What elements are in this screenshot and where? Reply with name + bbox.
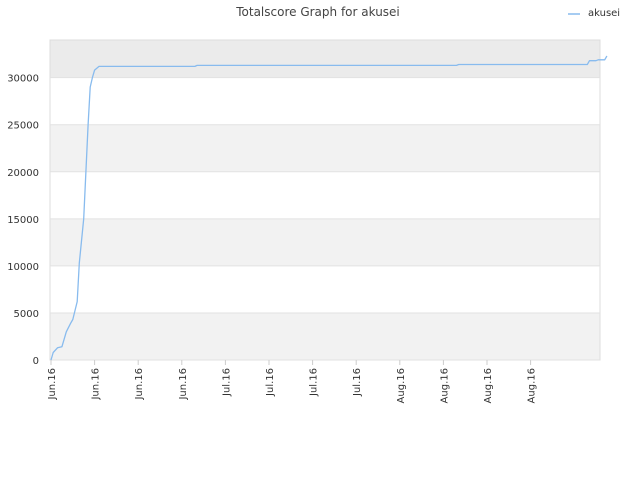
chart-title: Totalscore Graph for akusei <box>235 5 400 19</box>
x-tick-label: Jul.16 <box>352 368 363 397</box>
y-tick-label: 25000 <box>7 121 39 132</box>
x-tick-label: Jun.16 <box>47 368 58 401</box>
y-tick-label: 10000 <box>7 262 39 273</box>
plot-bands <box>50 40 600 360</box>
x-tick-label: Jul.16 <box>265 368 276 397</box>
x-tick-label: Jul.16 <box>221 368 232 397</box>
x-tick-label: Jun.16 <box>178 368 189 401</box>
y-axis-ticks: 0 5000 10000 15000 20000 25000 30000 <box>7 74 39 367</box>
x-tick-label: Jun.16 <box>134 368 145 401</box>
y-tick-label: 0 <box>33 356 39 367</box>
x-axis-ticks: Jun.16 Jun.16 Jun.16 Jun.16 Jul.16 Jul.16 Jul.… <box>47 360 538 403</box>
plot-band <box>50 265 600 313</box>
y-tick-label: 15000 <box>7 215 39 226</box>
plot-band <box>50 312 600 360</box>
y-tick-label: 30000 <box>7 74 39 85</box>
plot-band <box>50 171 600 219</box>
x-tick-label: Aug.16 <box>483 368 494 403</box>
plot-band-top <box>50 40 600 78</box>
x-tick-label: Aug.16 <box>527 368 538 403</box>
x-tick-label: Aug.16 <box>396 368 407 403</box>
chart-svg: Totalscore Graph for akusei akusei 0 5000… <box>7 5 620 403</box>
plot-band <box>50 77 600 125</box>
legend-label[interactable]: akusei <box>588 8 620 19</box>
plot-band <box>50 124 600 172</box>
x-tick-label: Jun.16 <box>91 368 102 401</box>
x-tick-label: Jul.16 <box>309 368 320 397</box>
plot-band <box>50 218 600 266</box>
y-tick-label: 20000 <box>7 168 39 179</box>
x-tick-label: Aug.16 <box>439 368 450 403</box>
y-tick-label: 5000 <box>14 309 39 320</box>
